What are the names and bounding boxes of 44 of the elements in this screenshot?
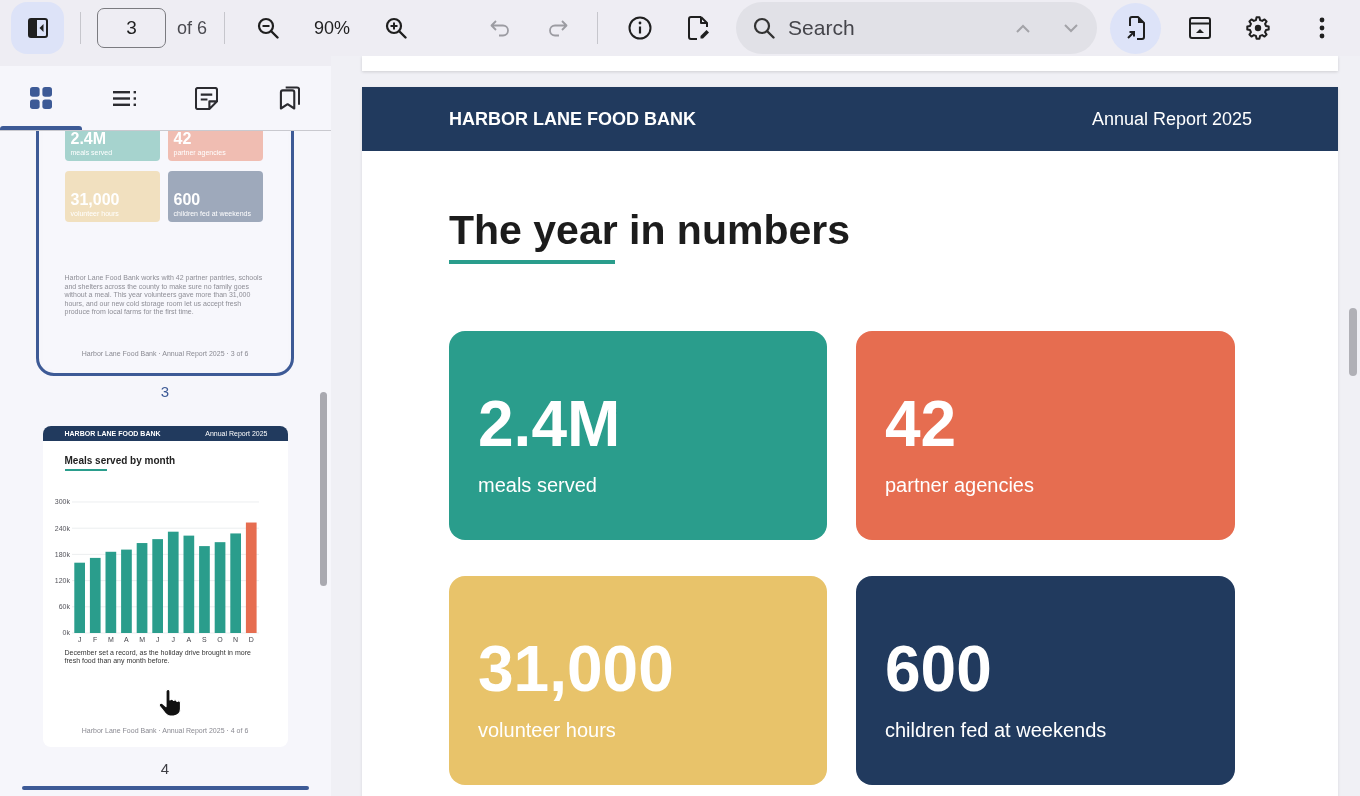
stat-value: 2.4M: [478, 387, 621, 461]
list-icon: [112, 90, 136, 106]
search-field[interactable]: Search: [736, 2, 1098, 54]
grid-icon: [30, 87, 53, 109]
scrollbar-thumb[interactable]: [320, 392, 327, 586]
window-upload-icon: [1189, 17, 1212, 39]
zoom-level: 90%: [313, 17, 352, 39]
scrollbar-thumb[interactable]: [1349, 308, 1357, 376]
chart-bar: [73, 562, 85, 633]
page-heading: Meals served by month: [64, 453, 176, 468]
hand-cursor-icon: [158, 689, 182, 717]
stat-label: meals served: [478, 473, 597, 497]
page-number-label: 4: [159, 759, 171, 779]
document-pencil-icon: [688, 16, 711, 40]
sidebar-panel-icon: [27, 18, 48, 38]
zoom-out-icon: [257, 17, 280, 39]
chevron-down-icon: [1064, 23, 1079, 33]
redo-icon: [548, 19, 569, 37]
stat-value: 600: [885, 632, 992, 706]
page-heading: The year in numbers: [449, 206, 850, 255]
page-number-field[interactable]: 3: [97, 8, 166, 48]
document-arrow-icon: [1125, 16, 1146, 40]
settings-icon: [1246, 16, 1271, 40]
note-icon: [195, 86, 219, 110]
more-vertical-icon: [1319, 17, 1326, 39]
sidebar-toggle-button[interactable]: [11, 2, 64, 54]
stat-label: children fed at weekends: [885, 718, 1107, 742]
chevron-up-icon: [1016, 23, 1031, 33]
stat-value: 31,000: [478, 632, 674, 706]
bookmarks-icon: [279, 86, 301, 110]
stat-value: 42: [885, 387, 957, 461]
stat-label: partner agencies: [885, 473, 1034, 497]
organization-name: HARBOR LANE FOOD BANK: [449, 108, 696, 130]
info-icon: [628, 16, 653, 40]
title-underline: [64, 468, 107, 471]
report-title: Annual Report 2025: [1091, 108, 1252, 130]
page-count-label: of 6: [177, 17, 208, 39]
search-icon: [753, 17, 776, 39]
search-input[interactable]: Search: [788, 13, 1000, 43]
stat-label: volunteer hours: [478, 718, 616, 742]
page-thumbnail[interactable]: [42, 425, 288, 747]
page-number-label: 3: [159, 382, 171, 402]
undo-icon: [490, 19, 511, 37]
zoom-in-icon: [385, 17, 408, 39]
